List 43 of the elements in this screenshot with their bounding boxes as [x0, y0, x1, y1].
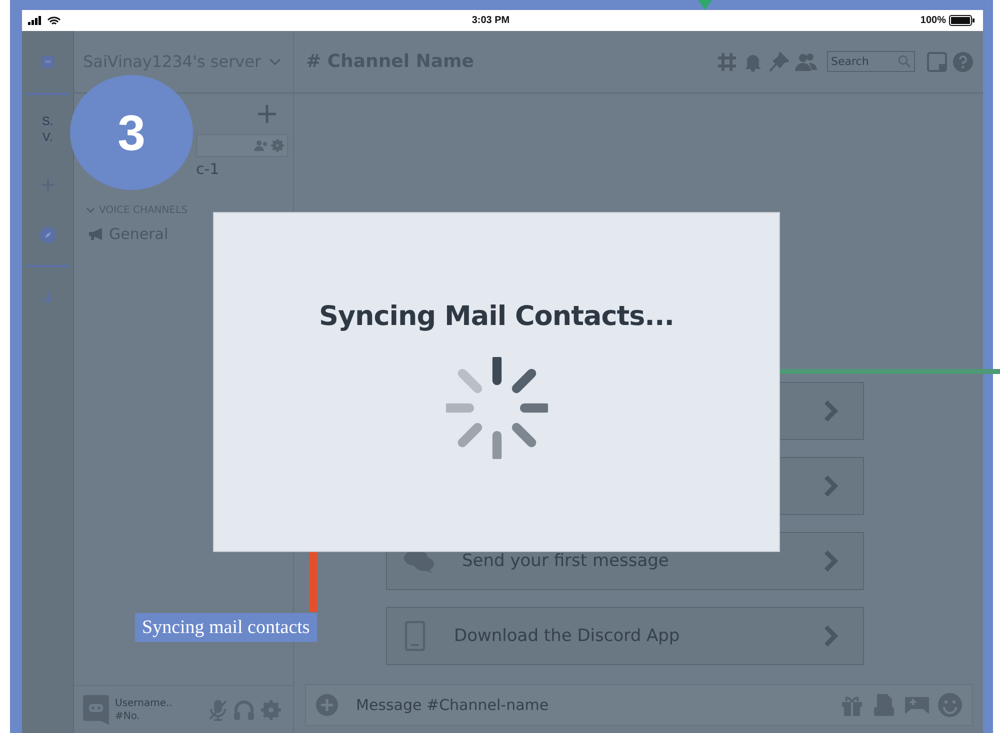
search-field[interactable]: Search: [827, 51, 915, 72]
add-icon[interactable]: [316, 694, 338, 716]
chevron-right-icon: [823, 624, 839, 648]
card-label: Download the Discord App: [454, 626, 680, 646]
compass-icon[interactable]: [40, 227, 56, 243]
caption-label: Syncing mail contacts: [135, 613, 317, 642]
signal-icon: [28, 16, 42, 25]
file-icon[interactable]: [872, 693, 896, 717]
action-card[interactable]: Download the Discord App: [386, 607, 864, 665]
download-icon[interactable]: [42, 290, 52, 304]
add-channel-icon[interactable]: [257, 104, 277, 124]
threads-icon[interactable]: [717, 52, 737, 72]
channel-row-highlight[interactable]: [196, 134, 288, 157]
megaphone-icon: [88, 227, 104, 241]
username: Username..: [115, 696, 174, 710]
server-icon[interactable]: [40, 55, 54, 69]
pin-icon[interactable]: [769, 52, 789, 72]
chevron-right-icon: [823, 549, 839, 573]
invite-icon: [254, 140, 268, 151]
wifi-icon: [47, 16, 61, 26]
help-icon[interactable]: [953, 52, 973, 72]
spinner-icon: [446, 357, 548, 459]
message-field[interactable]: Message #Channel-name: [305, 684, 973, 726]
status-time: 3:03 PM: [472, 15, 510, 26]
settings-icon[interactable]: [261, 700, 281, 720]
user-tag: #No.: [115, 710, 203, 722]
chevron-right-icon: [823, 474, 839, 498]
emoji-icon[interactable]: [938, 693, 962, 717]
battery-percent: 100%: [920, 15, 946, 26]
headphones-icon[interactable]: [233, 698, 255, 720]
chevron-right-icon: [823, 399, 839, 423]
inbox-icon[interactable]: [927, 52, 947, 72]
avatar-icon: [83, 694, 109, 724]
search-icon: [898, 55, 911, 68]
members-icon[interactable]: [795, 52, 817, 72]
settings-icon[interactable]: [271, 139, 284, 152]
muted-mic-icon[interactable]: [209, 698, 227, 720]
battery-icon: [949, 15, 975, 26]
dialog-title: Syncing Mail Contacts...: [319, 301, 674, 332]
chevron-down-icon[interactable]: [86, 207, 95, 213]
gamepad-icon[interactable]: [904, 694, 930, 716]
message-input[interactable]: Message #Channel-name: [346, 696, 832, 714]
card-label: Send your first message: [462, 551, 669, 571]
